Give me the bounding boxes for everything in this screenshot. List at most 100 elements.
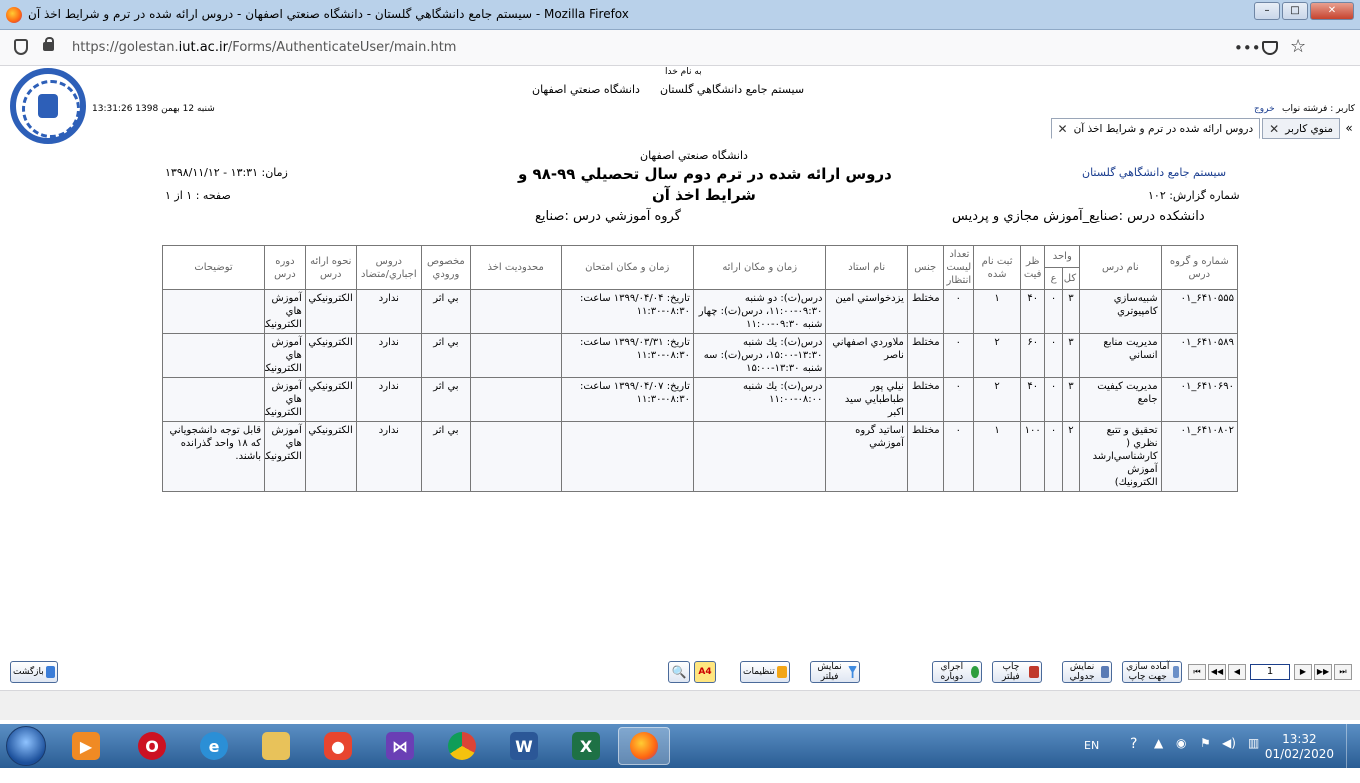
media-player-app[interactable]: ▶: [60, 727, 112, 765]
ie-app[interactable]: e: [188, 727, 240, 765]
print-filter-icon: [1028, 666, 1039, 678]
next-page-button[interactable]: ▶: [1294, 664, 1312, 680]
tab-scroll-icon[interactable]: «: [1342, 118, 1356, 139]
table-view-button[interactable]: نمايش جدولي: [1062, 661, 1112, 683]
cell-period: آموزش هاي الكترونيكي: [264, 421, 306, 492]
next-pages-button[interactable]: ▶▶: [1314, 664, 1332, 680]
maximize-button[interactable]: □: [1282, 2, 1308, 20]
firefox-taskbar-app[interactable]: [618, 727, 670, 765]
paper-size-button[interactable]: A4: [694, 661, 716, 683]
tab-offered-courses[interactable]: دروس ارائه شده در ترم و شرايط اخذ آن ✕: [1050, 118, 1261, 139]
header-datetime: 13:31:26 شنبه 12 بهمن 1398: [92, 104, 215, 114]
network-icon[interactable]: ▥: [1248, 736, 1259, 780]
a4-label: A4: [698, 667, 712, 677]
opera-app[interactable]: O: [126, 727, 178, 765]
cell-period: آموزش هاي الكترونيكي: [264, 377, 306, 422]
page-number-input[interactable]: 1: [1250, 664, 1290, 680]
volume-icon[interactable]: ◀): [1222, 736, 1236, 780]
explorer-app[interactable]: [250, 727, 302, 765]
firefox-icon: [6, 7, 22, 23]
rerun-label: اجراي دوباره: [940, 662, 964, 682]
media-app[interactable]: ●: [312, 727, 364, 765]
minimize-button[interactable]: –: [1254, 2, 1280, 20]
chrome-app[interactable]: [436, 727, 488, 765]
print-prep-button[interactable]: آماده سازي جهت چاپ: [1122, 661, 1182, 683]
system-name: سيستم جامع دانشگاهي گلستان: [660, 83, 805, 96]
start-button[interactable]: [6, 726, 46, 766]
cell-gender: مختلط: [906, 289, 944, 334]
media-player-icon: ▶: [72, 732, 100, 760]
lock-icon[interactable]: [43, 37, 54, 51]
cell-capacity: ۶۰: [1019, 333, 1046, 378]
flag-icon[interactable]: ⚑: [1200, 736, 1211, 780]
pocket-icon[interactable]: [1262, 41, 1278, 55]
word-app[interactable]: W: [498, 727, 550, 765]
filter-show-button[interactable]: نمايش فيلتر: [810, 661, 860, 683]
cell-units-total: ۲: [1061, 421, 1081, 492]
first-page-button[interactable]: ⏭: [1334, 664, 1352, 680]
cell-code: ۶۴۱۰۵۵۵_۰۱: [1160, 289, 1239, 334]
back-button[interactable]: بازگشت: [10, 661, 58, 683]
settings-button[interactable]: تنظيمات: [740, 661, 790, 683]
table-row: ۶۴۱۰۵۵۵_۰۱ شبيه‌سازي كامپيوتري ۳ ۰ ۴۰ ۱ …: [161, 289, 1239, 334]
tab-user-menu[interactable]: منوي كاربر ✕: [1262, 118, 1340, 139]
cell-exam: تاريخ: ۱۳۹۹/۰۴/۰۷ ساعت: ۰۸:۳۰-۱۱:۳۰: [560, 377, 694, 422]
excel-app[interactable]: X: [560, 727, 612, 765]
clock-date: 01/02/2020: [1264, 747, 1334, 761]
help-icon[interactable]: ?: [1130, 736, 1137, 780]
status-bar: [0, 690, 1360, 720]
firefox-icon: [630, 732, 658, 760]
prev-pages-button[interactable]: ◀◀: [1208, 664, 1226, 680]
windows-taskbar: ▶ O e ● ⋈ W X EN ? ▲ ◉ ⚑ ◀) ▥ 13:32 01/0…: [0, 724, 1360, 768]
logout-link[interactable]: خروج: [1254, 104, 1275, 114]
vs-app[interactable]: ⋈: [374, 727, 426, 765]
language-indicator[interactable]: EN: [1084, 739, 1099, 783]
cell-notes: [161, 377, 266, 422]
tray-expand-icon[interactable]: ▲: [1154, 736, 1163, 780]
excel-icon: X: [572, 732, 600, 760]
cell-registered: ۲: [973, 377, 1021, 422]
tray-app-icon[interactable]: ◉: [1176, 736, 1186, 780]
cell-capacity: ۴۰: [1019, 377, 1046, 422]
close-tab-icon[interactable]: ✕: [1058, 122, 1068, 136]
header-waitlist: تعداد ليست انتظار: [942, 245, 975, 290]
filter-icon: [848, 666, 857, 678]
report-faculty: دانشكده درس :صنايع_آموزش مجازي و پرديس: [952, 209, 1205, 224]
cell-name: تحقيق و تتبع نظري ( كارشناسي‌ارشد آموزش …: [1079, 421, 1162, 492]
header-entry: مخصوص ورودي: [420, 245, 471, 290]
zoom-button[interactable]: 🔍: [668, 661, 690, 683]
visual-studio-icon: ⋈: [386, 732, 414, 760]
header-name: نام درس: [1079, 245, 1162, 290]
prev-page-button[interactable]: ◀: [1228, 664, 1246, 680]
close-button[interactable]: ✕: [1310, 2, 1354, 20]
cell-schedule: درس(ت): يك شنبه ۱۳:۳۰-۱۵:۰۰، درس(ت): سه …: [692, 333, 827, 378]
header-method: نحوه ارائه درس: [304, 245, 357, 290]
last-page-button[interactable]: ⏮: [1188, 664, 1206, 680]
header-capacity: ظر فيت: [1019, 245, 1046, 290]
browser-toolbar: https://golestan.iut.ac.ir/Forms/Authent…: [0, 30, 1360, 66]
star-icon[interactable]: ☆: [1290, 36, 1306, 57]
cell-prereq: ندارد: [355, 421, 422, 492]
taskbar-clock[interactable]: 13:32 01/02/2020: [1265, 732, 1334, 762]
cell-method: الكترونيكي: [304, 333, 357, 378]
camera-icon: ●: [324, 732, 352, 760]
cell-teacher: يزدخواستي امين: [825, 289, 908, 334]
cell-prereq: ندارد: [355, 289, 422, 334]
close-tab-icon[interactable]: ✕: [1269, 122, 1279, 136]
rerun-button[interactable]: اجراي دوباره: [932, 661, 982, 683]
more-icon[interactable]: •••: [1234, 39, 1261, 57]
tab-label: دروس ارائه شده در ترم و شرايط اخذ آن: [1073, 122, 1254, 135]
shield-icon[interactable]: [14, 39, 28, 55]
header-units-total: كل: [1061, 267, 1081, 290]
print-filter-button[interactable]: چاپ فيلتر: [992, 661, 1042, 683]
refresh-icon: [970, 666, 979, 678]
show-desktop-button[interactable]: [1346, 724, 1360, 768]
cell-name: مديريت كيفيت جامع: [1079, 377, 1162, 422]
cell-prereq: ندارد: [355, 377, 422, 422]
table-row: ۶۴۱۰۶۹۰_۰۱ مديريت كيفيت جامع ۳ ۰ ۴۰ ۲ ۰ …: [161, 377, 1239, 422]
header-units-practical: ع: [1044, 267, 1063, 290]
header-prereq: دروس اجباري/متضاد: [355, 245, 422, 290]
window-title-bar: سيستم جامع دانشگاهي گلستان - دانشگاه صنع…: [0, 0, 1360, 30]
url-bar[interactable]: https://golestan.iut.ac.ir/Forms/Authent…: [72, 40, 456, 55]
cell-notes: قابل توجه دانشجوياني كه ۱۸ واحد گذرانده …: [161, 421, 266, 492]
